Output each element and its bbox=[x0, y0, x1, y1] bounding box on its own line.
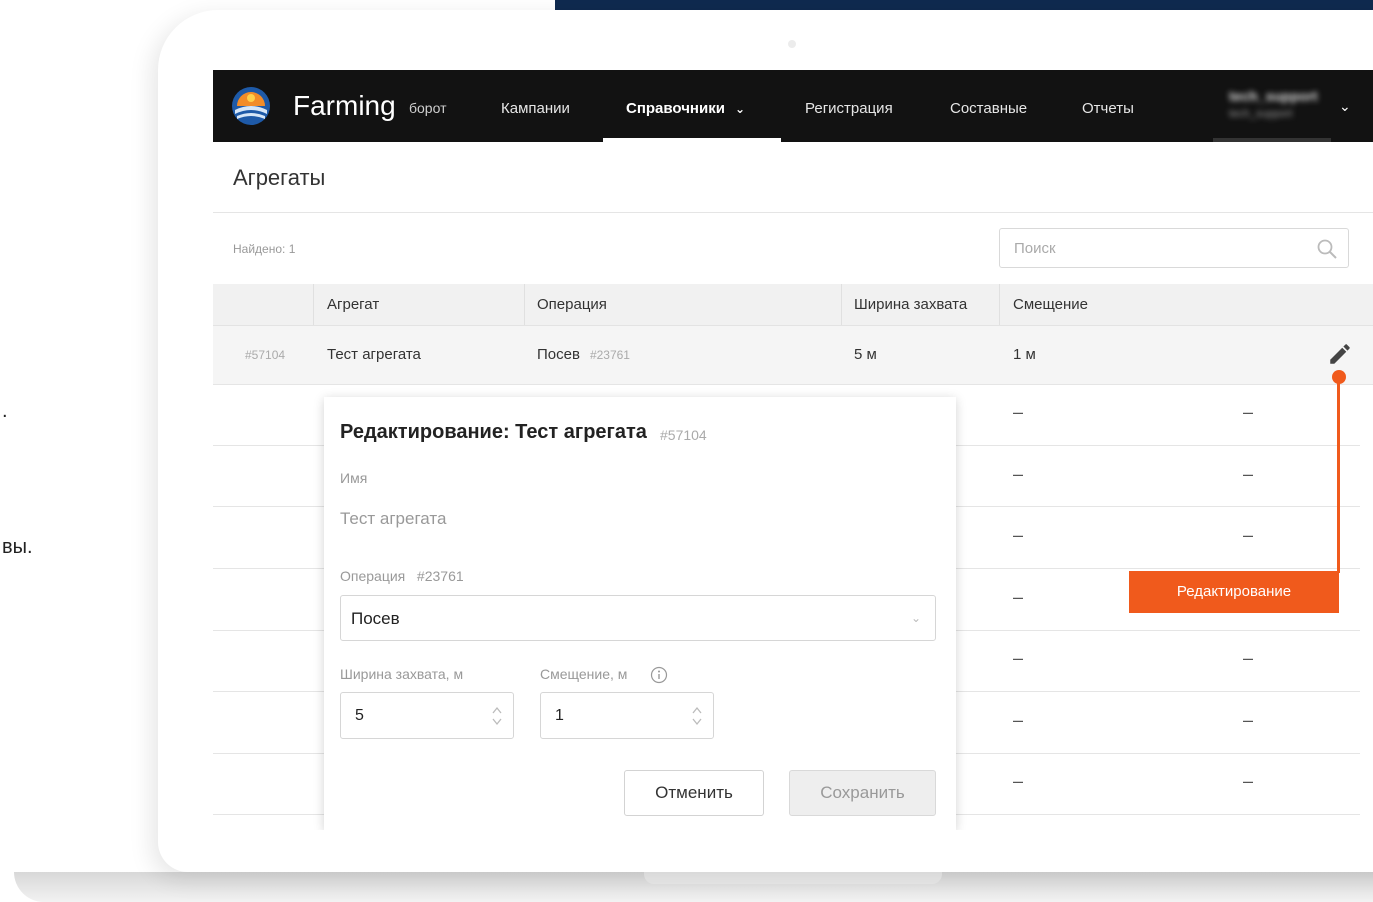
empty-cell-dash: – bbox=[1013, 525, 1024, 545]
info-icon[interactable] bbox=[650, 666, 668, 684]
operation-select-value: Посев bbox=[351, 609, 400, 628]
dialog-title-id: #57104 bbox=[660, 427, 707, 443]
app-window: Farming борот Кампании Справочники ⌄ Реги… bbox=[213, 70, 1373, 830]
table-row[interactable]: #57104 Тест агрегата Посев #23761 5 м 1 м bbox=[213, 326, 1373, 385]
column-separator bbox=[524, 284, 525, 325]
empty-cell-dash: – bbox=[1013, 402, 1024, 422]
callout-dot bbox=[1332, 370, 1346, 384]
chevron-down-icon: ⌄ bbox=[734, 102, 745, 116]
row-operation-name: Посев bbox=[537, 346, 580, 363]
divider bbox=[213, 212, 1373, 213]
cropped-side-text: . bbox=[2, 400, 8, 422]
column-header-offset[interactable]: Смещение bbox=[1013, 296, 1088, 313]
column-separator bbox=[313, 284, 314, 325]
column-header-aggregate[interactable]: Агрегат bbox=[327, 296, 379, 313]
empty-cell-dash: – bbox=[1243, 771, 1254, 791]
callout-line bbox=[1337, 377, 1340, 573]
farming-logo-icon bbox=[232, 87, 270, 125]
column-separator bbox=[999, 284, 1000, 325]
row-id: #57104 bbox=[245, 348, 286, 362]
found-count: Найдено: 1 bbox=[233, 242, 296, 256]
empty-cell-dash: – bbox=[1013, 464, 1024, 484]
column-header-operation[interactable]: Операция bbox=[537, 296, 607, 313]
empty-cell-dash: – bbox=[1013, 771, 1024, 791]
dialog-title: Редактирование: Тест агрегата bbox=[340, 421, 647, 443]
width-value: 5 bbox=[355, 707, 364, 724]
nav-item-reports[interactable]: Отчеты bbox=[1082, 100, 1134, 117]
name-label: Имя bbox=[340, 470, 368, 486]
edit-dialog: Редактирование: Тест агрегата #57104 Имя… bbox=[324, 397, 956, 830]
offset-value: 1 bbox=[555, 707, 564, 724]
user-name: tech_support bbox=[1229, 88, 1318, 104]
nav-item-composite[interactable]: Составные bbox=[950, 100, 1027, 117]
operation-label-id: #23761 bbox=[416, 568, 464, 584]
page-title: Агрегаты bbox=[233, 165, 326, 190]
operation-label-text: Операция bbox=[340, 568, 406, 584]
column-header-width[interactable]: Ширина захвата bbox=[854, 296, 967, 313]
operation-label: Операция #23761 bbox=[340, 568, 464, 584]
spinner-arrows-icon[interactable] bbox=[691, 704, 703, 728]
top-navbar: Farming борот Кампании Справочники ⌄ Реги… bbox=[213, 70, 1373, 142]
top-band-decoration bbox=[555, 0, 1373, 10]
table-header: Агрегат Операция Ширина захвата Смещение bbox=[213, 284, 1373, 326]
row-operation-id: #23761 bbox=[589, 348, 630, 362]
empty-cell-dash: – bbox=[1013, 648, 1024, 668]
offset-stepper[interactable]: 1 bbox=[540, 692, 714, 739]
width-label: Ширина захвата, м bbox=[340, 666, 464, 682]
row-offset: 1 м bbox=[1013, 346, 1036, 363]
nav-item-registration[interactable]: Регистрация bbox=[805, 100, 893, 117]
nav-item-label: Справочники bbox=[626, 100, 725, 117]
chevron-down-icon: ⌄ bbox=[910, 611, 921, 625]
device-base-notch bbox=[644, 872, 942, 884]
empty-cell-dash: – bbox=[1013, 587, 1024, 607]
edit-pencil-icon[interactable] bbox=[1327, 341, 1353, 367]
camera-dot bbox=[788, 40, 796, 48]
nav-item-references[interactable]: Справочники ⌄ bbox=[626, 100, 745, 117]
cropped-side-text: вы. bbox=[2, 536, 33, 558]
search-icon[interactable] bbox=[1316, 238, 1338, 260]
search-input[interactable] bbox=[1012, 239, 1306, 258]
row-operation: Посев #23761 bbox=[537, 346, 630, 363]
brand-name[interactable]: Farming bbox=[293, 90, 396, 122]
callout-label: Редактирование bbox=[1129, 571, 1339, 613]
user-underline bbox=[1213, 138, 1331, 142]
save-button[interactable]: Сохранить bbox=[789, 770, 936, 816]
cancel-button[interactable]: Отменить bbox=[624, 770, 764, 816]
search-box[interactable] bbox=[999, 228, 1349, 268]
user-menu[interactable]: tech_support tech_support bbox=[1229, 88, 1329, 122]
empty-cell-dash: – bbox=[1243, 402, 1254, 422]
user-subtitle: tech_support bbox=[1229, 108, 1293, 120]
row-aggregate-name: Тест агрегата bbox=[327, 346, 421, 363]
width-stepper[interactable]: 5 bbox=[340, 692, 514, 739]
name-value: Тест агрегата bbox=[340, 509, 447, 528]
active-nav-underline bbox=[603, 138, 781, 142]
empty-cell-dash: – bbox=[1013, 710, 1024, 730]
empty-cell-dash: – bbox=[1243, 648, 1254, 668]
operation-select[interactable]: Посев ⌄ bbox=[340, 595, 936, 641]
row-width: 5 м bbox=[854, 346, 877, 363]
empty-cell-dash: – bbox=[1243, 710, 1254, 730]
empty-cell-dash: – bbox=[1243, 525, 1254, 545]
user-chevron-down-icon[interactable]: ⌄ bbox=[1339, 98, 1351, 115]
offset-label: Смещение, м bbox=[540, 666, 628, 682]
spinner-arrows-icon[interactable] bbox=[491, 704, 503, 728]
empty-cell-dash: – bbox=[1243, 464, 1254, 484]
brand-subtitle: борот bbox=[409, 100, 447, 116]
column-separator bbox=[841, 284, 842, 325]
nav-item-campaigns[interactable]: Кампании bbox=[501, 100, 570, 117]
